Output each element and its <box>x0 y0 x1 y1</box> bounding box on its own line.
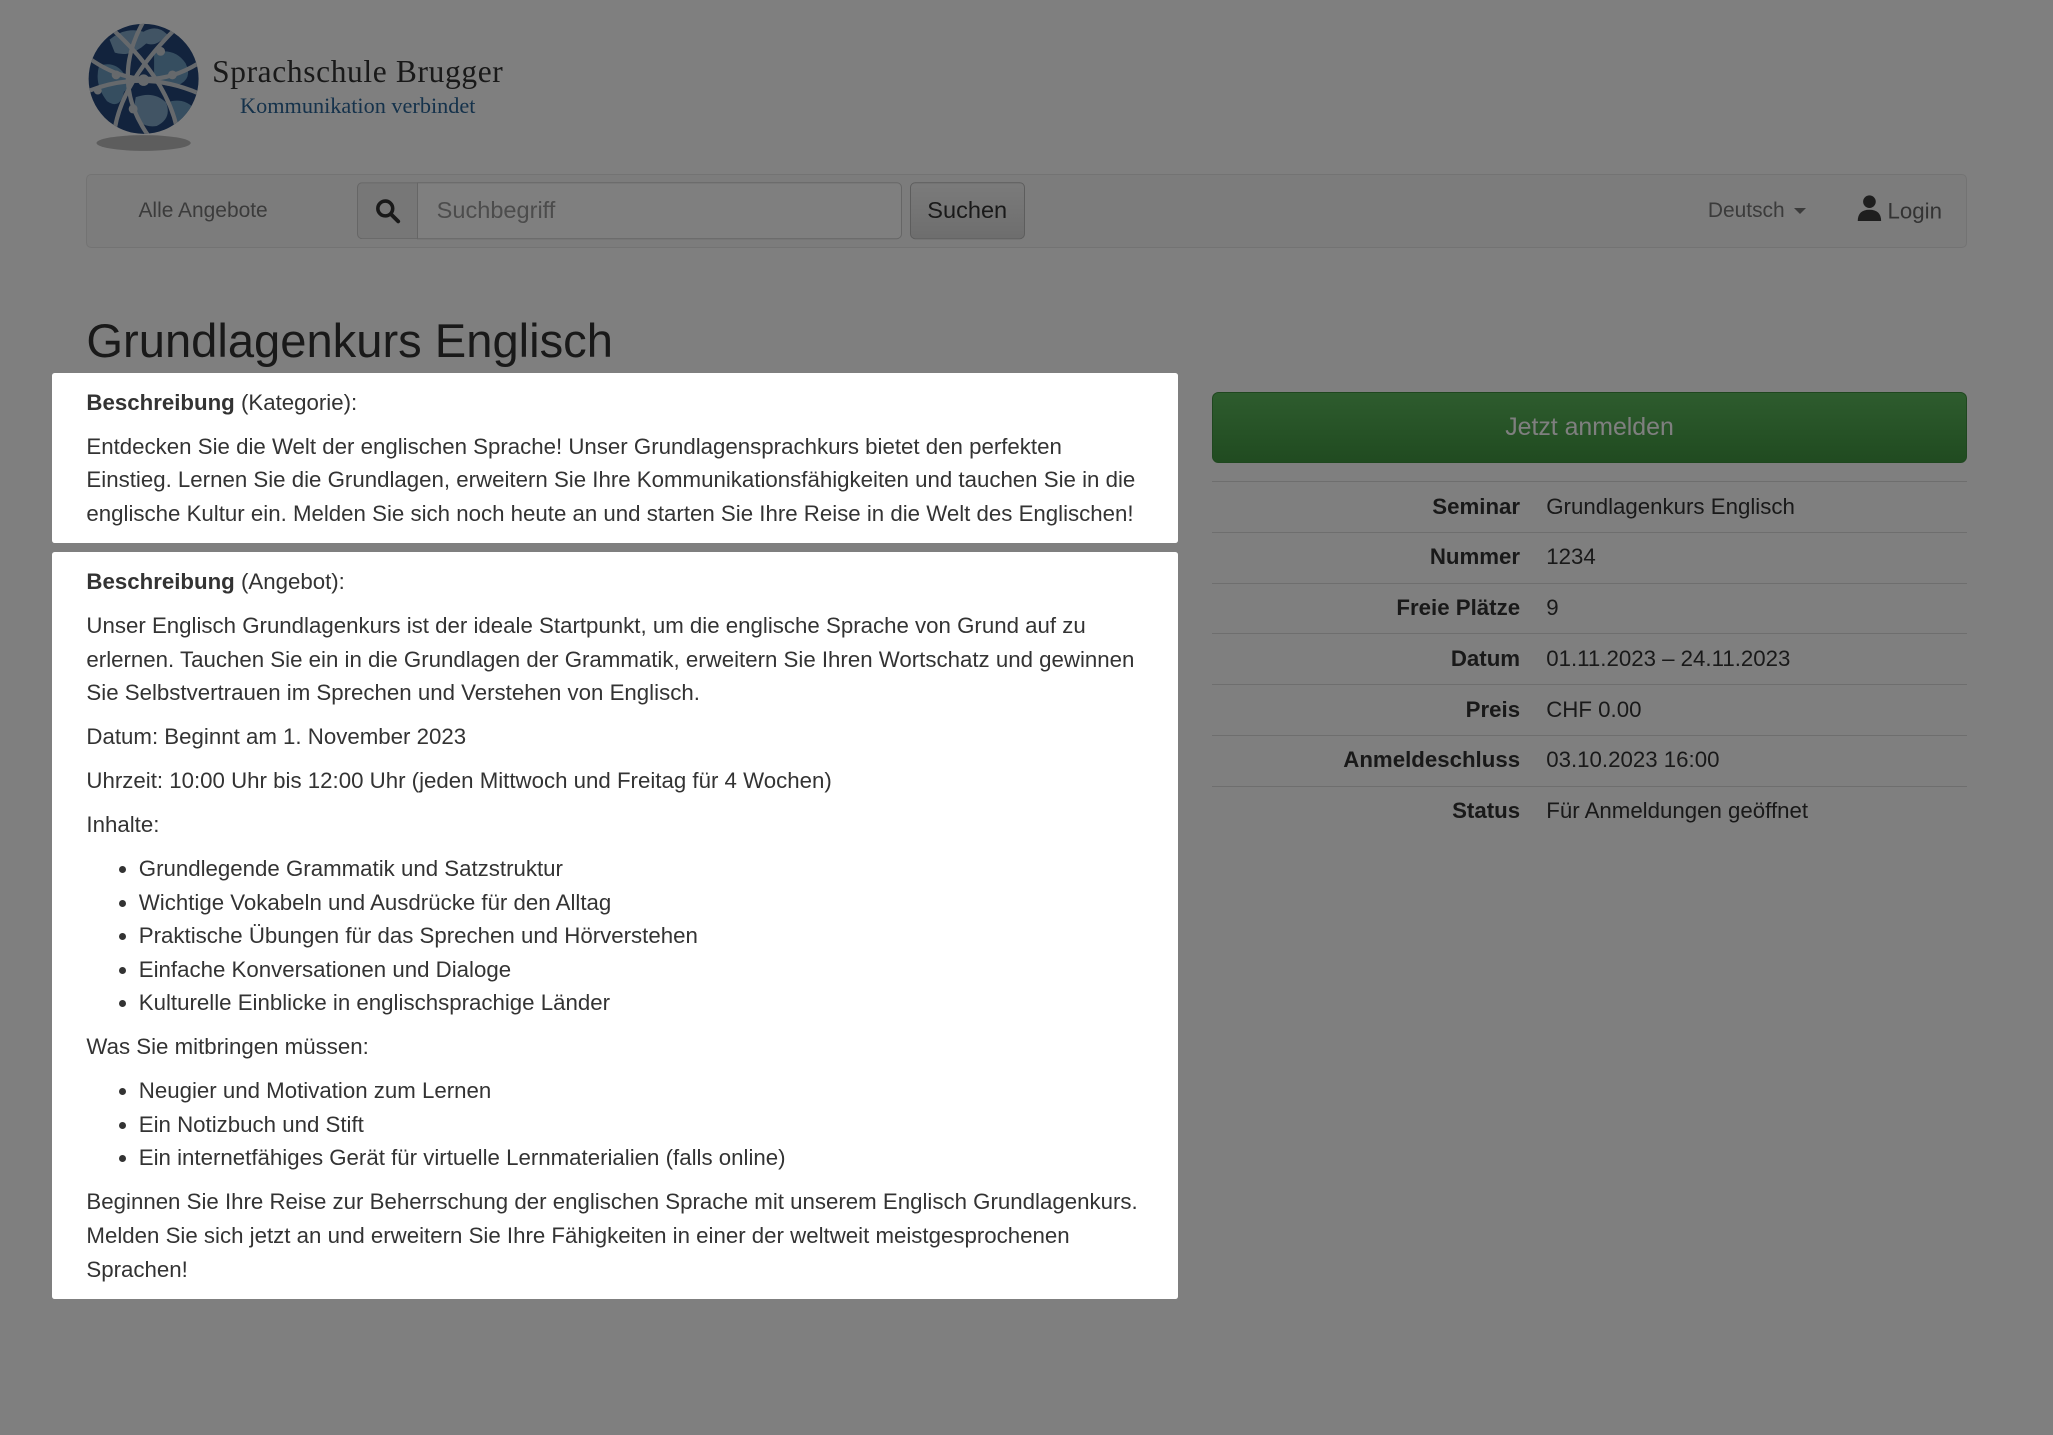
offer-closing-text: Beginnen Sie Ihre Reise zur Beherrschung… <box>86 1189 1138 1282</box>
offer-intro-text: Unser Englisch Grundlagenkurs ist der id… <box>86 613 1135 706</box>
description-category-box: Beschreibung (Kategorie): Entdecken Sie … <box>52 372 1179 544</box>
heading-rest: (Kategorie): <box>234 389 358 415</box>
list-item: Wichtige Vokabeln und Ausdrücke für den … <box>139 886 1145 920</box>
list-item: Einfache Konversationen und Dialoge <box>139 953 1145 987</box>
description-column: Beschreibung (Kategorie): Entdecken Sie … <box>52 372 1179 1300</box>
offer-time-line: Uhrzeit: 10:00 Uhr bis 12:00 Uhr (jeden … <box>86 768 832 794</box>
description-category-text: Entdecken Sie die Welt der englischen Sp… <box>86 433 1136 526</box>
offer-date-line: Datum: Beginnt am 1. November 2023 <box>86 724 467 750</box>
list-item: Ein Notizbuch und Stift <box>139 1108 1145 1142</box>
description-offer-box: Beschreibung (Angebot): Unser Englisch G… <box>52 552 1179 1300</box>
offer-contents-heading: Inhalte: <box>86 812 160 838</box>
list-item: Kulturelle Einblicke in englischsprachig… <box>139 986 1145 1020</box>
heading-bold: Beschreibung <box>86 389 235 415</box>
offer-bring-heading: Was Sie mitbringen müssen: <box>86 1034 369 1060</box>
list-item: Neugier und Motivation zum Lernen <box>139 1074 1145 1108</box>
heading-bold: Beschreibung <box>86 569 235 595</box>
page: Sprachschule Brugger Kommunikation verbi… <box>0 0 2053 1435</box>
description-offer-heading: Beschreibung (Angebot): <box>86 565 1144 599</box>
list-item: Praktische Übungen für das Sprechen und … <box>139 919 1145 953</box>
description-category-heading: Beschreibung (Kategorie): <box>86 386 1144 420</box>
heading-rest: (Angebot): <box>234 569 345 595</box>
list-item: Ein internetfähiges Gerät für virtuelle … <box>139 1141 1145 1175</box>
offer-bring-list: Neugier und Motivation zum Lernen Ein No… <box>86 1074 1144 1175</box>
offer-contents-list: Grundlegende Grammatik und Satzstruktur … <box>86 852 1144 1020</box>
list-item: Grundlegende Grammatik und Satzstruktur <box>139 852 1145 886</box>
